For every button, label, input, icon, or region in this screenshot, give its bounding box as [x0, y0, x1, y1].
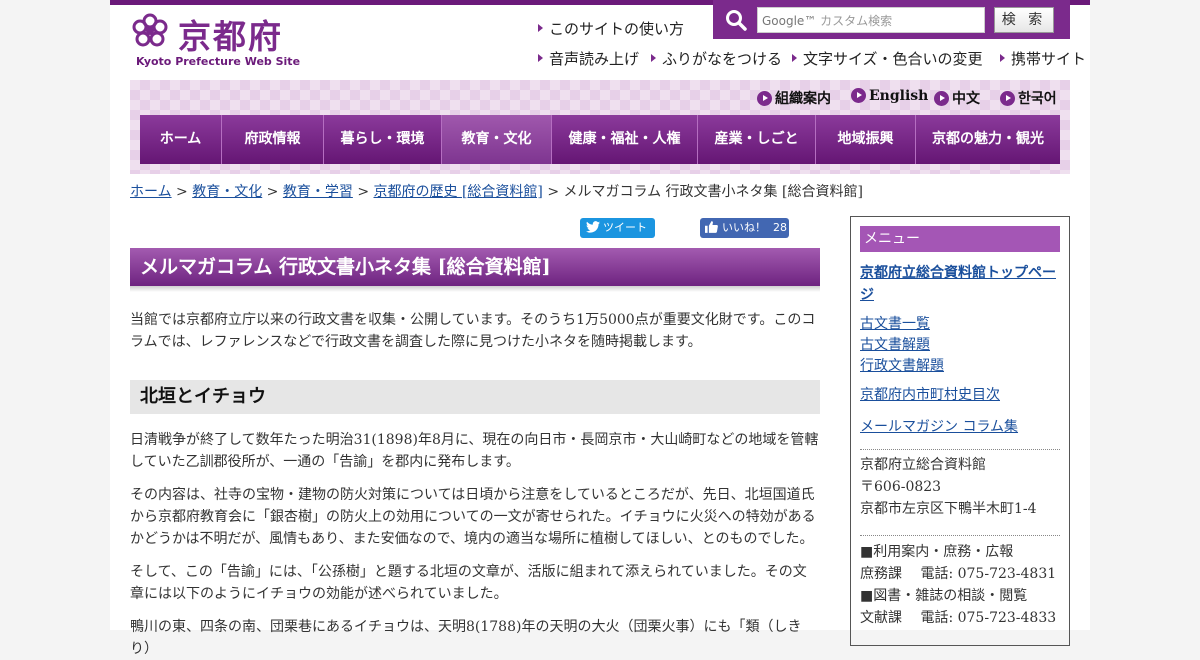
sidebar-link-archive-top[interactable]: 京都府立総合資料館トップページ [860, 262, 1060, 306]
play-bullet-icon [757, 91, 772, 106]
play-bullet-icon [851, 88, 866, 103]
lang-link-chinese[interactable]: 中文 [934, 88, 980, 108]
nav-tourism[interactable]: 京都の魅力・観光 [916, 115, 1060, 164]
body-paragraph-3: そして、この「告諭」には、「公孫樹」と題する北垣の文章が、活版に組まれて添えられ… [130, 564, 807, 602]
sidebar-address-name: 京都府立総合資料館 [860, 457, 986, 473]
sidebar-divider [860, 449, 1060, 450]
sidebar-link-old-docs-notes[interactable]: 古文書解題 [860, 334, 1060, 356]
search-button[interactable]: 検 索 [994, 7, 1054, 33]
breadcrumb-home[interactable]: ホーム [130, 184, 172, 200]
twitter-bird-icon [586, 221, 600, 233]
sidebar-divider [860, 535, 1060, 536]
font-size-color-link[interactable]: 文字サイズ・色合いの変更 [792, 48, 983, 69]
text-to-speech-link[interactable]: 音声読み上げ [538, 48, 639, 69]
breadcrumb-education-learning[interactable]: 教育・学習 [283, 184, 353, 200]
sidebar-address: 京都市左京区下鴨半木町1-4 [860, 501, 1037, 517]
page-title: メルマガコラム 行政文書小ネタ集 [総合資料館] [130, 248, 820, 286]
sidebar-postal-code: 〒606-0823 [860, 479, 942, 495]
nav-health[interactable]: 健康・福祉・人権 [552, 115, 698, 164]
sidebar-heading: メニュー [860, 226, 1060, 252]
sidebar-link-old-docs-list[interactable]: 古文書一覧 [860, 313, 1060, 335]
logo-text: 京都府 [178, 17, 283, 56]
like-count: 28 [773, 221, 787, 234]
intro-paragraph: 当館では京都府立庁以来の行政文書を収集・公開しています。そのうち1万5000点が… [130, 312, 816, 350]
sidebar-contact-1: ■利用案内・庶務・広報 [860, 544, 1014, 560]
nav-regional[interactable]: 地域振興 [816, 115, 916, 164]
mobile-site-link[interactable]: 携帯サイト [1000, 48, 1086, 69]
sidebar-link-admin-docs-notes[interactable]: 行政文書解題 [860, 355, 1060, 377]
breadcrumb: ホーム > 教育・文化 > 教育・学習 > 京都府の歴史 [総合資料館] > メ… [130, 184, 863, 200]
search-placeholder: カスタム検索 [820, 14, 893, 28]
sidebar-contact-4: 文献課 電話: 075-723-4833 [860, 610, 1057, 626]
section-heading: 北垣とイチョウ [130, 380, 820, 414]
breadcrumb-current: メルマガコラム 行政文書小ネタ集 [総合資料館] [563, 184, 863, 200]
tweet-button[interactable]: ツイート [580, 218, 655, 238]
sidebar-menu: メニュー 京都府立総合資料館トップページ 古文書一覧 古文書解題 行政文書解題 … [850, 216, 1070, 646]
breadcrumb-education-culture[interactable]: 教育・文化 [192, 184, 262, 200]
nav-education[interactable]: 教育・文化 [442, 115, 552, 164]
lang-link-english[interactable]: English [851, 88, 928, 104]
site-guide-link[interactable]: このサイトの使い方 [538, 18, 684, 39]
facebook-like-button[interactable]: いいね！ 28 [700, 218, 789, 238]
sidebar-link-mailmag-columns[interactable]: メールマガジン コラム集 [860, 416, 1060, 438]
sidebar-contact-2: 庶務課 電話: 075-723-4831 [860, 566, 1057, 582]
nav-home[interactable]: ホーム [140, 115, 222, 164]
thumbs-up-icon [705, 221, 718, 233]
search-bar: Google™ カスタム検索 検 索 [713, 0, 1070, 39]
lang-link-organization[interactable]: 組織案内 [757, 88, 831, 108]
furigana-link[interactable]: ふりがなをつける [651, 48, 782, 69]
title-shadow [130, 286, 820, 292]
search-icon [726, 10, 747, 31]
logo-subtitle: Kyoto Prefecture Web Site [136, 55, 301, 68]
play-bullet-icon [934, 91, 949, 106]
global-nav: ホーム 府政情報 暮らし・環境 教育・文化 健康・福祉・人権 産業・しごと 地域… [140, 115, 1060, 164]
page: 京都府 Kyoto Prefecture Web Site このサイトの使い方 … [110, 0, 1090, 657]
play-bullet-icon [1000, 91, 1015, 106]
site-logo[interactable]: 京都府 Kyoto Prefecture Web Site [130, 10, 300, 72]
breadcrumb-kyoto-history[interactable]: 京都府の歴史 [総合資料館] [374, 184, 543, 200]
search-input[interactable]: Google™ カスタム検索 [757, 7, 985, 33]
nav-industry[interactable]: 産業・しごと [698, 115, 816, 164]
nav-living[interactable]: 暮らし・環境 [324, 115, 442, 164]
sidebar-link-municipal-history[interactable]: 京都府内市町村史目次 [860, 384, 1060, 406]
kyoto-crest-icon [132, 13, 168, 47]
lang-link-korean[interactable]: 한국어 [1000, 88, 1057, 108]
body-paragraph-4: 鴨川の東、四条の南、団栗巷にあるイチョウは、天明8(1788)年の天明の大火（団… [130, 619, 802, 657]
body-paragraph-2: その内容は、社寺の宝物・建物の防火対策については日頃から注意をしているところだが… [130, 487, 816, 547]
nav-government[interactable]: 府政情報 [222, 115, 324, 164]
google-label: Google™ [762, 14, 817, 28]
body-paragraph-1: 日清戦争が終了して数年たった明治31(1898)年8月に、現在の向日市・長岡京市… [130, 432, 819, 470]
navigation-area: 組織案内 English 中文 한국어 ホーム 府政情報 暮らし・環境 教育・文… [130, 80, 1070, 174]
sidebar-contact-3: ■図書・雑誌の相談・閲覧 [860, 588, 1028, 604]
